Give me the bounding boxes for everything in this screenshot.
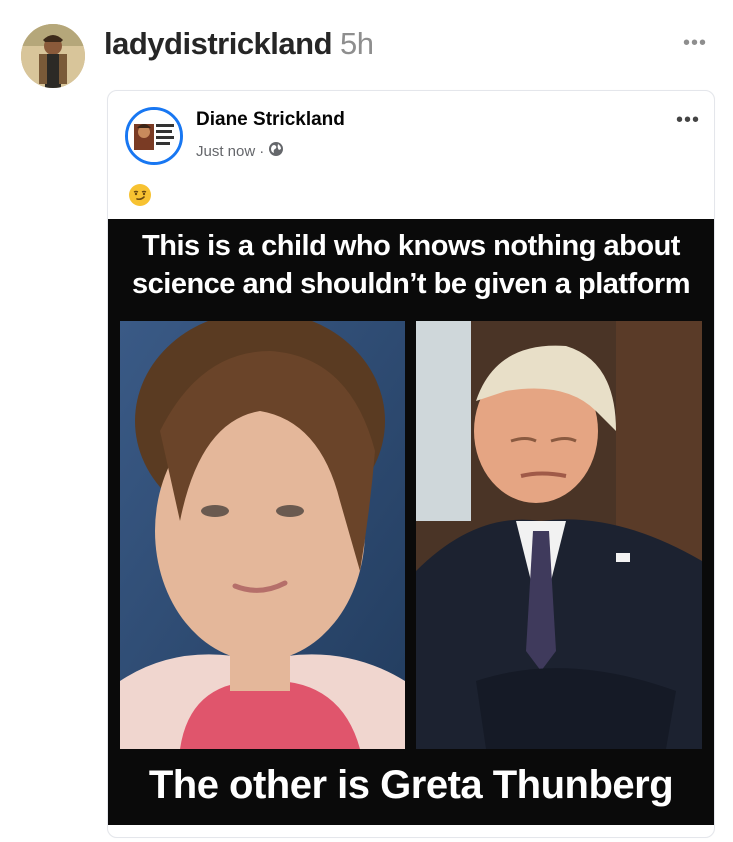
meme-bottom-caption: The other is Greta Thunberg	[148, 763, 674, 807]
photo-man	[416, 321, 702, 749]
post-header: ladydistrickland 5h •••	[0, 0, 733, 90]
meme-top-caption: This is a child who knows nothing about …	[108, 227, 714, 303]
more-options-icon[interactable]: •••	[683, 32, 707, 55]
meta-separator: ·	[259, 142, 265, 160]
photo-girl	[120, 321, 405, 749]
shared-facebook-post: Diane Strickland Just now · ••• This is …	[107, 90, 715, 838]
username-link[interactable]: ladydistrickland	[104, 26, 333, 61]
author-name[interactable]: Diane Strickland	[196, 109, 345, 131]
globe-icon	[268, 141, 284, 161]
post-timestamp[interactable]: Just now	[196, 143, 255, 160]
author-avatar[interactable]	[125, 107, 183, 165]
post-time: 5h	[340, 26, 374, 61]
meme-top-caption-line2: science and shouldn’t be given a platfor…	[132, 268, 691, 300]
profile-avatar[interactable]	[21, 24, 85, 88]
post-username-line: ladydistrickland 5h	[104, 26, 374, 62]
meme-image[interactable]: This is a child who knows nothing about …	[108, 219, 714, 825]
card-more-options-icon[interactable]: •••	[676, 109, 700, 132]
meme-top-caption-line1: This is a child who knows nothing about	[142, 230, 680, 262]
post-meta: Just now ·	[196, 141, 284, 161]
smirk-emoji-icon	[128, 183, 152, 207]
